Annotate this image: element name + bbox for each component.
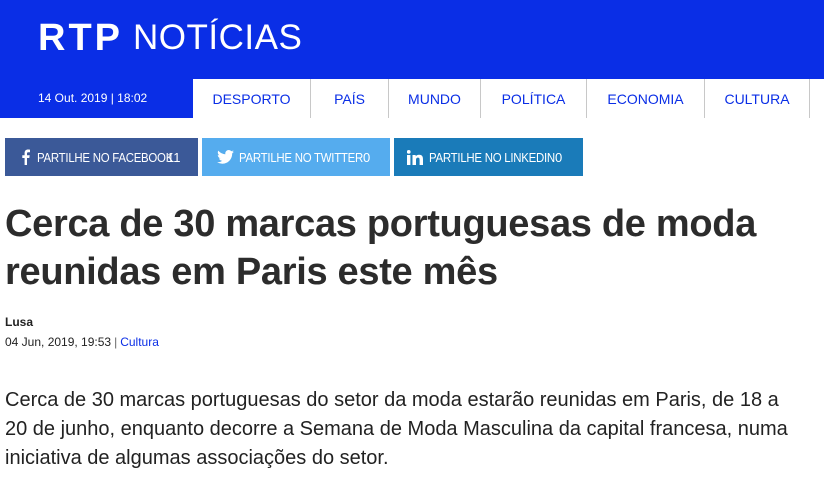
article-title: Cerca de 30 marcas portuguesas de moda r… bbox=[5, 203, 757, 293]
share-linkedin-label: PARTILHE NO LINKEDIN bbox=[429, 149, 555, 165]
article-author: Lusa bbox=[5, 315, 34, 329]
article-meta: 04 Jun, 2019, 19:53 | Cultura bbox=[5, 335, 159, 349]
share-twitter-label: PARTILHE NO TWITTER bbox=[239, 149, 364, 165]
logo-section: NOTÍCIAS bbox=[133, 18, 303, 57]
nav-label: PAÍS bbox=[334, 90, 365, 107]
share-twitter-count: 0 bbox=[363, 149, 371, 165]
main-nav: DESPORTO PAÍS MUNDO POLÍTICA ECONOMIA CU… bbox=[193, 79, 824, 118]
linkedin-icon bbox=[406, 148, 424, 166]
nav-label: ECONOMIA bbox=[607, 90, 684, 107]
article-category-link[interactable]: Cultura bbox=[120, 335, 159, 349]
nav-item-cultura[interactable]: CULTURA bbox=[705, 79, 810, 118]
logo-brand: RTP bbox=[38, 16, 123, 59]
article-date: 04 Jun, 2019, 19:53 bbox=[5, 335, 112, 349]
header-date: 14 Out. 2019 | 18:02 bbox=[38, 91, 148, 105]
nav-label: MUNDO bbox=[408, 90, 461, 107]
nav-label: CULTURA bbox=[724, 90, 790, 107]
nav-label: POLÍTICA bbox=[501, 90, 566, 107]
share-linkedin-count: 0 bbox=[555, 149, 563, 165]
meta-separator: | bbox=[114, 335, 118, 349]
share-facebook-count: 11 bbox=[167, 149, 181, 165]
nav-item-economia[interactable]: ECONOMIA bbox=[587, 79, 705, 118]
share-facebook-button[interactable]: PARTILHE NO FACEBOOK 11 bbox=[5, 138, 198, 176]
nav-item-politica[interactable]: POLÍTICA bbox=[481, 79, 587, 118]
twitter-icon bbox=[216, 148, 234, 166]
nav-item-desporto[interactable]: DESPORTO bbox=[193, 79, 311, 118]
facebook-icon bbox=[18, 148, 32, 166]
share-twitter-button[interactable]: PARTILHE NO TWITTER 0 bbox=[202, 138, 390, 176]
nav-item-pais[interactable]: PAÍS bbox=[311, 79, 389, 118]
rtp-noticias-logo[interactable]: RTP NOTÍCIAS bbox=[38, 16, 302, 60]
article-lead: Cerca de 30 marcas portuguesas do setor … bbox=[5, 389, 788, 469]
share-facebook-label: PARTILHE NO FACEBOOK bbox=[37, 149, 174, 165]
nav-label: DESPORTO bbox=[212, 90, 291, 107]
nav-item-mundo[interactable]: MUNDO bbox=[389, 79, 481, 118]
share-linkedin-button[interactable]: PARTILHE NO LINKEDIN 0 bbox=[394, 138, 583, 176]
